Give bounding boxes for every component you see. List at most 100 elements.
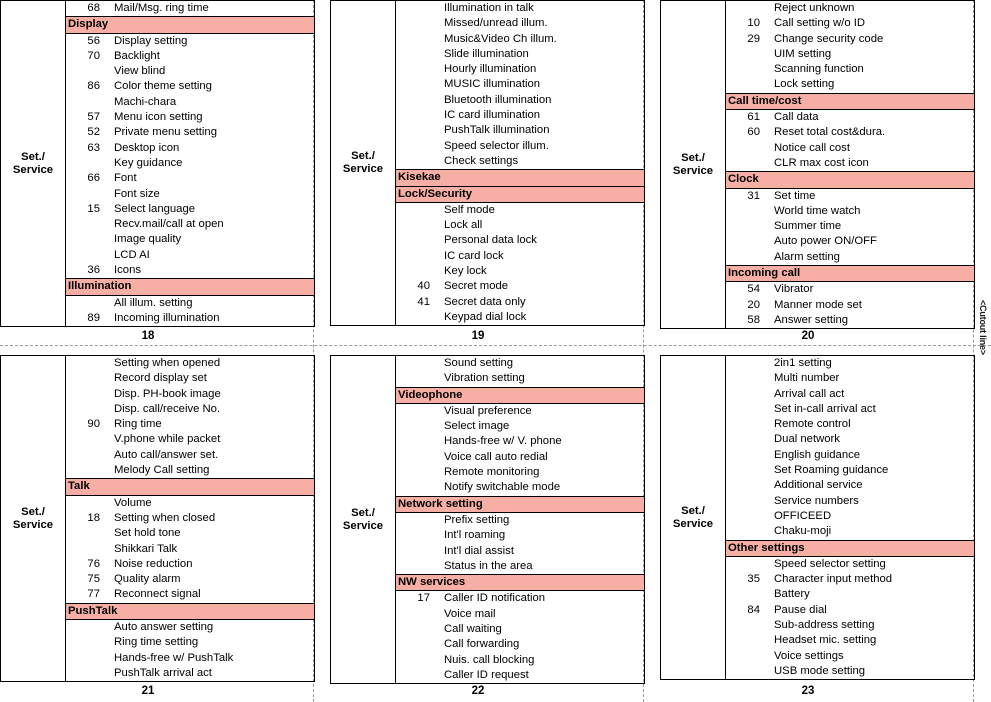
menu-item-label: Speed selector setting — [774, 557, 886, 570]
reference-page-number — [396, 154, 437, 170]
menu-item-label: Battery — [774, 588, 810, 601]
reference-page-number: 35 — [747, 573, 760, 586]
category-label: Set./Service — [660, 0, 726, 329]
menu-item-label: Volume — [114, 496, 152, 509]
menu-item-label: Select language — [114, 202, 196, 215]
reference-page-number — [396, 16, 437, 31]
reference-page-number — [396, 264, 437, 279]
menu-item-label: Call setting w/o ID — [774, 17, 866, 30]
section-title: Clock — [725, 171, 975, 189]
menu-item-label: Chaku-moji — [774, 525, 832, 538]
menu-item-label: Vibration setting — [444, 372, 525, 385]
menu-item-label: Recv.mail/call at open — [114, 218, 224, 231]
menu-item-label: Mail/Msg. ring time — [114, 2, 209, 14]
menu-item-label: IC card illumination — [444, 109, 541, 122]
menu-item-label: Sub-address setting — [774, 619, 875, 632]
menu-item-label: Manner mode set — [774, 298, 862, 311]
reference-page-number — [396, 434, 437, 449]
reference-page-number — [66, 387, 107, 402]
menu-item-label: Reject unknown — [774, 2, 855, 14]
menu-item-label: Pause dial — [774, 603, 827, 616]
reference-page-number — [726, 387, 767, 402]
reference-page-number — [726, 649, 767, 664]
reference-page-number — [396, 465, 437, 480]
menu-item-label: Incoming illumination — [114, 311, 220, 324]
section-title: Videophone — [395, 386, 645, 404]
reference-page-number: 52 — [87, 126, 100, 139]
menu-item-label: Multi number — [774, 372, 840, 385]
menu-item-label: OFFICEED — [774, 509, 832, 522]
menu-panel: Set./Service Sound setting Vibration setti… — [330, 355, 645, 697]
reference-page-number — [726, 234, 767, 249]
menu-item-label: Auto answer setting — [114, 621, 214, 634]
category-label: Set./Service — [330, 0, 396, 326]
menu-panel: Set./Service 68 Mail/Msg. ring time Display… — [0, 0, 315, 342]
reference-page-number — [726, 204, 767, 219]
reference-page-number: 61 — [747, 111, 760, 124]
reference-page-number — [726, 62, 767, 77]
reference-page-number: 54 — [747, 283, 760, 296]
panel-page-number: 21 — [141, 685, 155, 697]
reference-page-number — [396, 371, 437, 387]
menu-item-label: Personal data lock — [444, 234, 537, 247]
menu-item-label: USB mode setting — [774, 664, 866, 677]
menu-item-label: Font size — [114, 187, 160, 200]
menu-item-row: Set./Service Reject unknown — [660, 0, 975, 329]
menu-item-label: Int'l roaming — [444, 529, 506, 542]
menu-item-label: PushTalk illumination — [444, 124, 550, 137]
menu-item-label: Arrival call act — [774, 387, 845, 400]
menu-item-label: Character input method — [774, 573, 893, 586]
menu-item-label: Hands-free w/ PushTalk — [114, 651, 234, 664]
reference-page-number — [66, 542, 107, 557]
menu-item-label: Private menu setting — [114, 126, 217, 139]
reference-page-number — [726, 417, 767, 432]
menu-item-label: Auto call/answer set. — [114, 448, 219, 461]
reference-page-number — [726, 448, 767, 463]
menu-item-label: Set hold tone — [114, 527, 181, 540]
menu-item-label: Remote monitoring — [444, 466, 540, 479]
menu-item-label: Key lock — [444, 265, 487, 278]
menu-panel: Set./Service 2in1 setting Multi number Arri… — [660, 355, 975, 697]
menu-item-label: Machi-chara — [114, 95, 177, 108]
reference-page-number — [396, 637, 437, 652]
reference-page-number — [726, 618, 767, 633]
reference-page-number — [396, 512, 437, 528]
reference-page-number — [396, 93, 437, 108]
menu-item-label: Sound setting — [444, 357, 514, 369]
panel-page-number: 19 — [471, 330, 485, 342]
reference-page-number — [726, 432, 767, 447]
menu-item-label: CLR max cost icon — [774, 156, 869, 169]
reference-page-number: 17 — [417, 592, 430, 605]
reference-page-number — [726, 402, 767, 417]
reference-page-number — [726, 47, 767, 62]
reference-page-number: 57 — [87, 111, 100, 124]
reference-page-number: 89 — [87, 311, 100, 324]
reference-page-number — [396, 108, 437, 123]
reference-page-number — [396, 32, 437, 47]
reference-page-number — [66, 526, 107, 541]
reference-page-number — [726, 1, 767, 17]
reference-page-number — [396, 480, 437, 496]
menu-item-row: Set./Service Sound setting — [330, 355, 645, 684]
menu-item-label: Lock setting — [774, 78, 835, 91]
section-title: NW services — [395, 574, 645, 592]
reference-page-number: 40 — [417, 280, 430, 293]
menu-item-label: Slide illumination — [444, 47, 529, 60]
reference-page-number — [726, 524, 767, 540]
menu-item-label: Display setting — [114, 34, 188, 47]
reference-page-number — [396, 1, 437, 17]
section-title: Call time/cost — [725, 92, 975, 111]
menu-item-label: Call waiting — [444, 623, 502, 636]
menu-panel: Set./Service Setting when opened Record di… — [0, 355, 315, 697]
reference-page-number — [396, 450, 437, 465]
menu-item-label: Select image — [444, 420, 510, 433]
menu-item-label: Change security code — [774, 32, 884, 45]
reference-page-number — [726, 633, 767, 648]
menu-item-label: Music&Video Ch illum. — [444, 32, 557, 45]
menu-item-label: Answer setting — [774, 313, 849, 326]
menu-item-label: Icons — [114, 264, 142, 277]
reference-page-number — [66, 187, 107, 202]
menu-item-label: Reconnect signal — [114, 588, 201, 601]
reference-page-number — [396, 62, 437, 77]
menu-item-label: Remote control — [774, 418, 851, 431]
